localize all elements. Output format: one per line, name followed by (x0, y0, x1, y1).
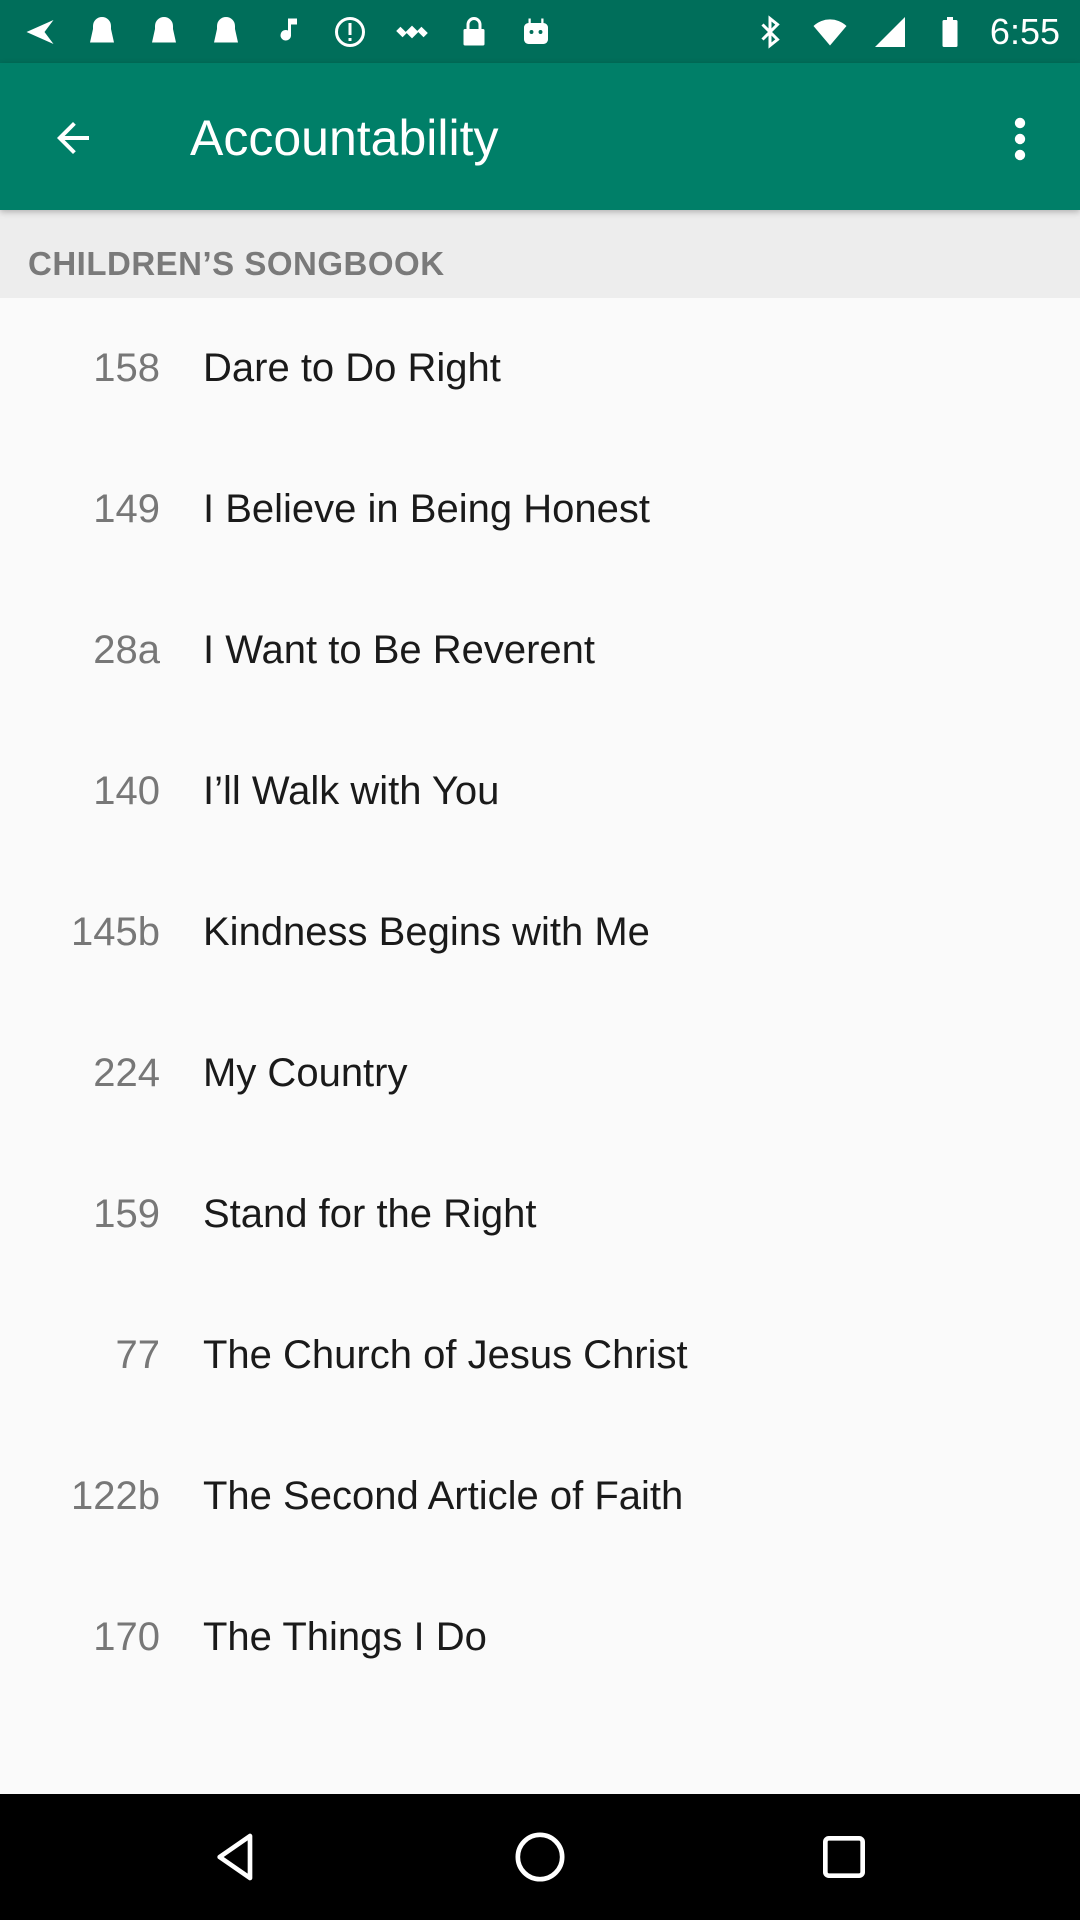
status-bar: 6:55 (0, 0, 1080, 63)
song-title: I Want to Be Reverent (203, 628, 596, 672)
bluetooth-icon (750, 12, 790, 52)
song-title: I’ll Walk with You (203, 769, 500, 813)
song-title: The Things I Do (203, 1615, 487, 1659)
music-note-icon (268, 12, 308, 52)
lock-icon (454, 12, 494, 52)
song-list-item[interactable]: 122b The Second Article of Faith (0, 1426, 1080, 1567)
home-circle-icon (515, 1832, 565, 1882)
song-list-item[interactable]: 145b Kindness Begins with Me (0, 862, 1080, 1003)
song-list: 158 Dare to Do Right 149 I Believe in Be… (0, 298, 1080, 1708)
song-list-item[interactable]: 224 My Country (0, 1003, 1080, 1144)
song-title: I Believe in Being Honest (203, 487, 650, 531)
cell-signal-icon (870, 12, 910, 52)
song-number: 224 (93, 1051, 160, 1095)
notification-icon (206, 12, 246, 52)
song-title: Dare to Do Right (203, 346, 501, 390)
app-bar: Accountability (0, 63, 1080, 210)
song-number: 122b (71, 1474, 160, 1518)
notification-icon (144, 12, 184, 52)
back-triangle-icon (217, 1833, 253, 1881)
song-list-item[interactable]: 170 The Things I Do (0, 1567, 1080, 1708)
nav-recents-button[interactable] (804, 1817, 884, 1897)
song-title: Stand for the Right (203, 1192, 537, 1236)
song-list-item[interactable]: 158 Dare to Do Right (0, 298, 1080, 439)
song-number: 28a (93, 628, 160, 672)
recents-square-icon (823, 1836, 865, 1878)
android-icon (516, 12, 556, 52)
page-title: Accountability (190, 110, 499, 166)
overflow-menu-button[interactable] (984, 99, 1056, 179)
song-number: 159 (93, 1192, 160, 1236)
more-vert-icon (1014, 117, 1026, 161)
status-notifications (20, 8, 556, 56)
song-title: My Country (203, 1051, 408, 1095)
song-number: 170 (93, 1615, 160, 1659)
nav-back-button[interactable] (196, 1817, 276, 1897)
song-title: Kindness Begins with Me (203, 910, 650, 954)
song-list-item[interactable]: 159 Stand for the Right (0, 1144, 1080, 1285)
system-nav-bar (0, 1794, 1080, 1920)
song-number: 140 (93, 769, 160, 813)
status-system: 6:55 (750, 8, 1060, 56)
nav-home-button[interactable] (500, 1817, 580, 1897)
status-clock: 6:55 (989, 11, 1060, 52)
song-list-item[interactable]: 149 I Believe in Being Honest (0, 439, 1080, 580)
alert-circle-icon (330, 12, 370, 52)
navigation-arrow-icon (20, 12, 60, 52)
song-number: 77 (115, 1333, 161, 1377)
song-number: 145b (71, 910, 160, 954)
wifi-icon (810, 12, 850, 52)
battery-icon (930, 12, 970, 52)
song-list-item[interactable]: 28a I Want to Be Reverent (0, 580, 1080, 721)
song-title: The Church of Jesus Christ (203, 1333, 688, 1377)
song-number: 149 (93, 487, 160, 531)
notification-icon (82, 12, 122, 52)
song-list-item[interactable]: 77 The Church of Jesus Christ (0, 1285, 1080, 1426)
song-number: 158 (93, 346, 160, 390)
song-title: The Second Article of Faith (203, 1474, 684, 1518)
back-button[interactable] (32, 102, 114, 174)
song-list-item[interactable]: 140 I’ll Walk with You (0, 721, 1080, 862)
section-header: CHILDREN’S SONGBOOK (0, 210, 1080, 298)
arrow-back-icon (57, 122, 89, 154)
satellite-icon (392, 12, 432, 52)
section-title: CHILDREN’S SONGBOOK (28, 245, 445, 282)
